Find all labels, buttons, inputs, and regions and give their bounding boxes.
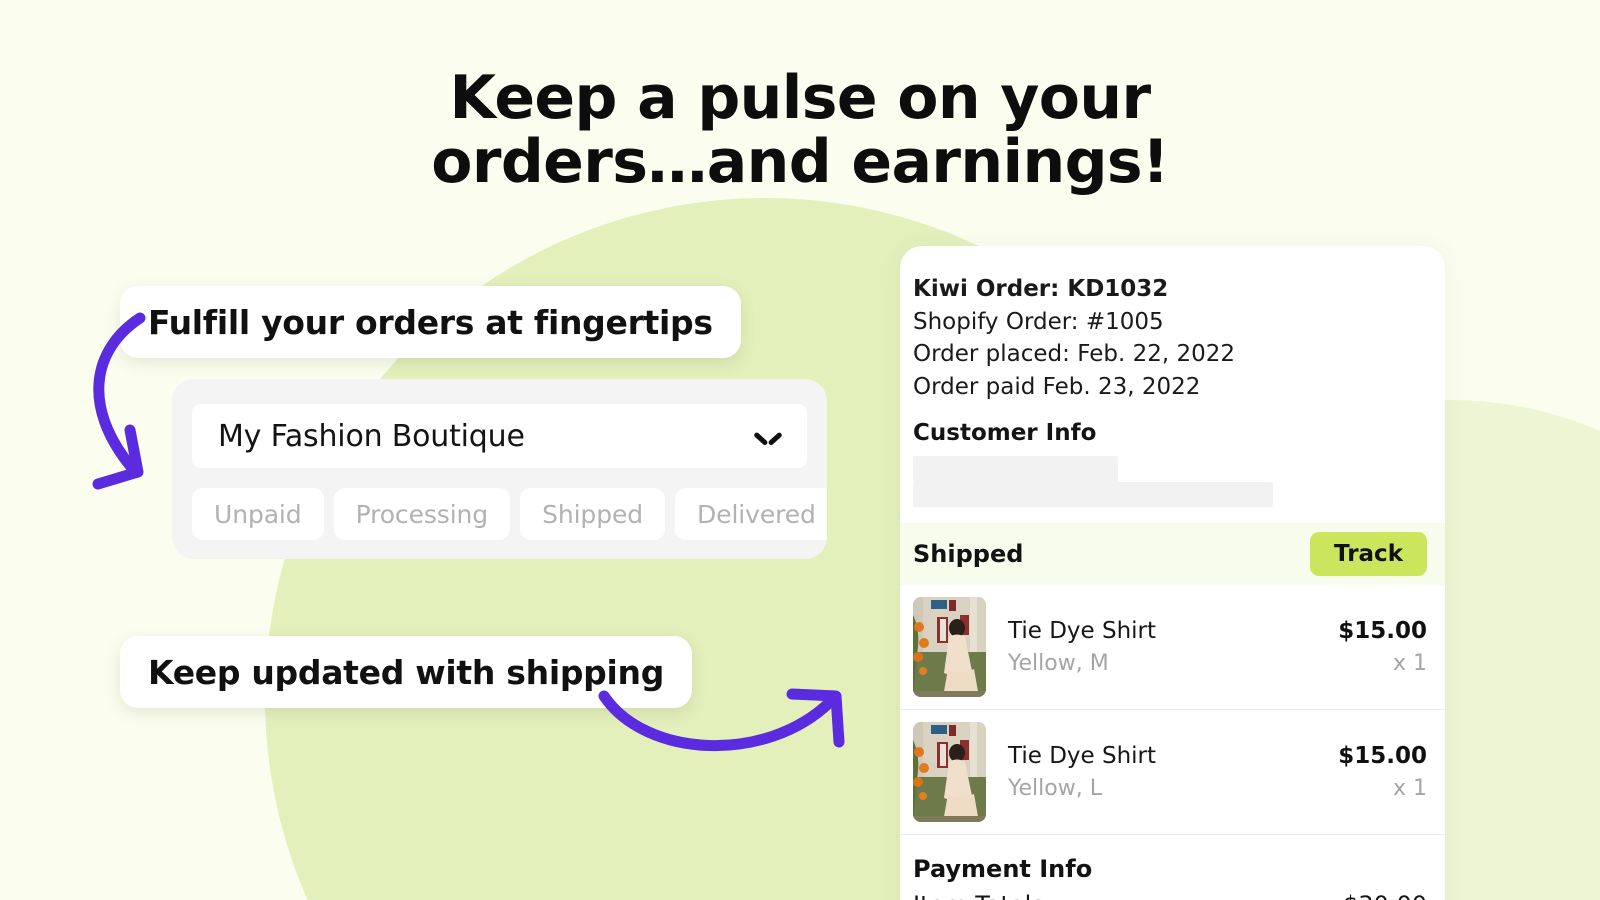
order-summary-header: Kiwi Order: KD1032 Shopify Order: #1005 … bbox=[900, 246, 1445, 507]
order-line-item: Tie Dye Shirt Yellow, L $15.00 x 1 bbox=[900, 710, 1445, 835]
order-detail-card: Kiwi Order: KD1032 Shopify Order: #1005 … bbox=[900, 246, 1445, 900]
product-pricing: $15.00 x 1 bbox=[1338, 743, 1427, 801]
product-price: $15.00 bbox=[1338, 742, 1427, 769]
product-thumbnail bbox=[913, 596, 986, 697]
callout-label: Fulfill your orders at fingertips bbox=[148, 302, 713, 342]
order-paid-line: Order paid Feb. 23, 2022 bbox=[913, 371, 1445, 404]
order-placed-value: Feb. 22, 2022 bbox=[1077, 341, 1235, 368]
track-button[interactable]: Track bbox=[1310, 531, 1427, 576]
product-variant: Yellow, L bbox=[1008, 776, 1102, 801]
kiwi-order-value: KD1032 bbox=[1067, 276, 1169, 302]
kiwi-order-line: Kiwi Order: KD1032 bbox=[913, 273, 1445, 306]
tab-shipped[interactable]: Shipped bbox=[520, 488, 666, 540]
product-title: Tie Dye Shirt bbox=[1008, 618, 1157, 645]
callout-fulfill-orders: Fulfill your orders at fingertips bbox=[120, 286, 741, 358]
headline-line-2: orders…and earnings! bbox=[431, 127, 1169, 198]
tab-unpaid[interactable]: Unpaid bbox=[192, 488, 324, 540]
arrow-pointing-to-order-card bbox=[598, 688, 845, 752]
tab-processing[interactable]: Processing bbox=[333, 488, 511, 540]
product-pricing: $15.00 x 1 bbox=[1338, 618, 1427, 676]
payment-row-item-totals: Item Totals $30.00 bbox=[913, 891, 1427, 900]
product-price: $15.00 bbox=[1338, 617, 1427, 644]
order-placed-label: Order placed: bbox=[913, 341, 1070, 368]
customer-info-redacted-line-1 bbox=[913, 455, 1118, 482]
payment-row-label: Item Totals bbox=[913, 891, 1044, 900]
order-line-item: Tie Dye Shirt Yellow, M $15.00 x 1 bbox=[900, 585, 1445, 710]
payment-row-value: $30.00 bbox=[1343, 891, 1427, 900]
shopify-order-value: #1005 bbox=[1085, 308, 1164, 335]
product-title: Tie Dye Shirt bbox=[1008, 743, 1157, 770]
product-thumbnail bbox=[913, 721, 986, 822]
page-title: Keep a pulse on your orders…and earnings… bbox=[0, 66, 1600, 194]
headline-line-1: Keep a pulse on your bbox=[449, 63, 1151, 133]
store-selector-value: My Fashion Boutique bbox=[218, 418, 525, 454]
product-quantity: x 1 bbox=[1392, 650, 1427, 676]
order-paid-value: Feb. 23, 2022 bbox=[1042, 373, 1201, 400]
orders-list-panel: My Fashion Boutique Unpaid Processing Sh… bbox=[172, 379, 827, 559]
promo-screenshot: Keep a pulse on your orders…and earnings… bbox=[0, 0, 1600, 900]
fulfillment-status-banner: Shipped Track bbox=[900, 522, 1445, 585]
product-quantity: x 1 bbox=[1392, 775, 1427, 801]
product-info: Tie Dye Shirt Yellow, L bbox=[986, 742, 1338, 801]
product-variant: Yellow, M bbox=[1008, 651, 1109, 676]
arrow-pointing-to-orders-panel bbox=[92, 312, 146, 490]
customer-info-redacted-line-2 bbox=[913, 481, 1273, 507]
chevron-down-icon bbox=[755, 429, 781, 444]
tab-label: Unpaid bbox=[214, 499, 302, 529]
tab-label: Processing bbox=[355, 499, 489, 529]
kiwi-order-label: Kiwi Order: bbox=[913, 276, 1060, 302]
shopify-order-line: Shopify Order: #1005 bbox=[913, 306, 1445, 339]
order-status-tab-bar: Unpaid Processing Shipped Delivered Canc… bbox=[192, 488, 827, 540]
store-selector-dropdown[interactable]: My Fashion Boutique bbox=[192, 404, 807, 468]
shopify-order-label: Shopify Order: bbox=[913, 308, 1079, 335]
order-paid-label: Order paid bbox=[913, 373, 1036, 400]
tab-label: Delivered bbox=[697, 499, 816, 529]
customer-info-title: Customer Info bbox=[913, 419, 1097, 446]
payment-info-title: Payment Info bbox=[913, 854, 1093, 883]
payment-info-section: Payment Info Item Totals $30.00 bbox=[900, 835, 1445, 900]
order-placed-line: Order placed: Feb. 22, 2022 bbox=[913, 338, 1445, 371]
callout-label: Keep updated with shipping bbox=[148, 652, 665, 692]
tab-delivered[interactable]: Delivered bbox=[675, 488, 827, 540]
fulfillment-status-label: Shipped bbox=[913, 539, 1024, 568]
product-info: Tie Dye Shirt Yellow, M bbox=[986, 617, 1338, 676]
tab-label: Shipped bbox=[542, 499, 644, 529]
